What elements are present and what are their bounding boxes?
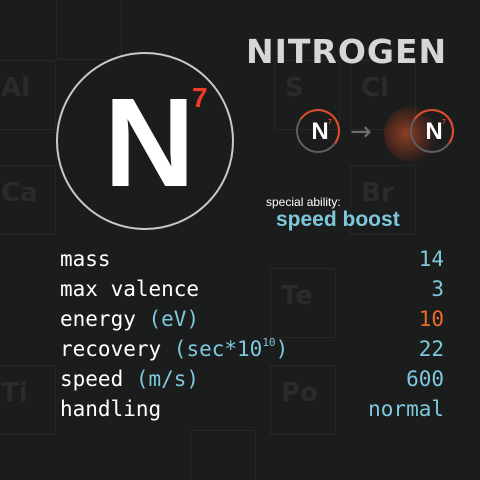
- stat-label: recovery (sec*1010): [60, 334, 288, 364]
- stat-unit-exponent: 10: [262, 336, 276, 349]
- special-ability-name: speed boost: [276, 208, 400, 231]
- element-symbol: N: [104, 72, 195, 213]
- element-name-title: NITROGEN: [246, 32, 448, 71]
- small-element-symbol: N: [311, 118, 329, 145]
- small-element-symbol: N: [425, 118, 443, 145]
- stat-unit: (m/s): [135, 367, 200, 391]
- small-atomic-number: 7: [328, 119, 332, 126]
- stat-row-recovery: recovery (sec*1010) 22: [60, 334, 444, 364]
- boosted-state-badge: N 7: [406, 105, 458, 157]
- current-state-badge: N 7: [292, 105, 344, 157]
- stat-row-handling: handling normal: [60, 394, 444, 424]
- stats-table: mass 14 max valence 3 energy (eV) 10 rec…: [60, 244, 444, 424]
- stat-unit-close: ): [275, 337, 289, 361]
- stat-value: normal: [368, 397, 444, 421]
- stat-row-mass: mass 14: [60, 244, 444, 274]
- atomic-number: 7: [192, 82, 208, 113]
- stat-row-max-valence: max valence 3: [60, 274, 444, 304]
- stat-label-text: recovery: [60, 337, 174, 361]
- bg-cell: [56, 0, 122, 60]
- stat-label: energy (eV): [60, 304, 199, 334]
- bg-cell: Ti: [0, 365, 56, 435]
- stat-label: mass: [60, 247, 111, 271]
- stat-value: 600: [406, 367, 444, 391]
- special-ability-label: special ability:: [266, 195, 341, 209]
- stat-value: 22: [418, 337, 444, 361]
- stat-row-energy: energy (eV) 10: [60, 304, 444, 334]
- stat-value: 14: [418, 247, 444, 271]
- stat-unit: (eV): [148, 307, 200, 331]
- bg-cell: Al: [0, 60, 56, 130]
- stat-label: max valence: [60, 277, 200, 301]
- arrow-right-icon: →: [350, 117, 372, 147]
- bg-cell: [190, 430, 256, 480]
- stat-label-text: energy: [60, 307, 149, 331]
- stat-row-speed: speed (m/s) 600: [60, 364, 444, 394]
- stat-value: 3: [431, 277, 444, 301]
- stat-value: 10: [418, 307, 444, 331]
- bg-cell: Ca: [0, 165, 56, 235]
- stat-label-text: speed: [60, 367, 136, 391]
- stat-label: speed (m/s): [60, 364, 199, 394]
- stat-label: handling: [60, 397, 162, 421]
- stat-unit: (sec*10: [173, 337, 263, 361]
- small-atomic-number: 7: [442, 119, 446, 126]
